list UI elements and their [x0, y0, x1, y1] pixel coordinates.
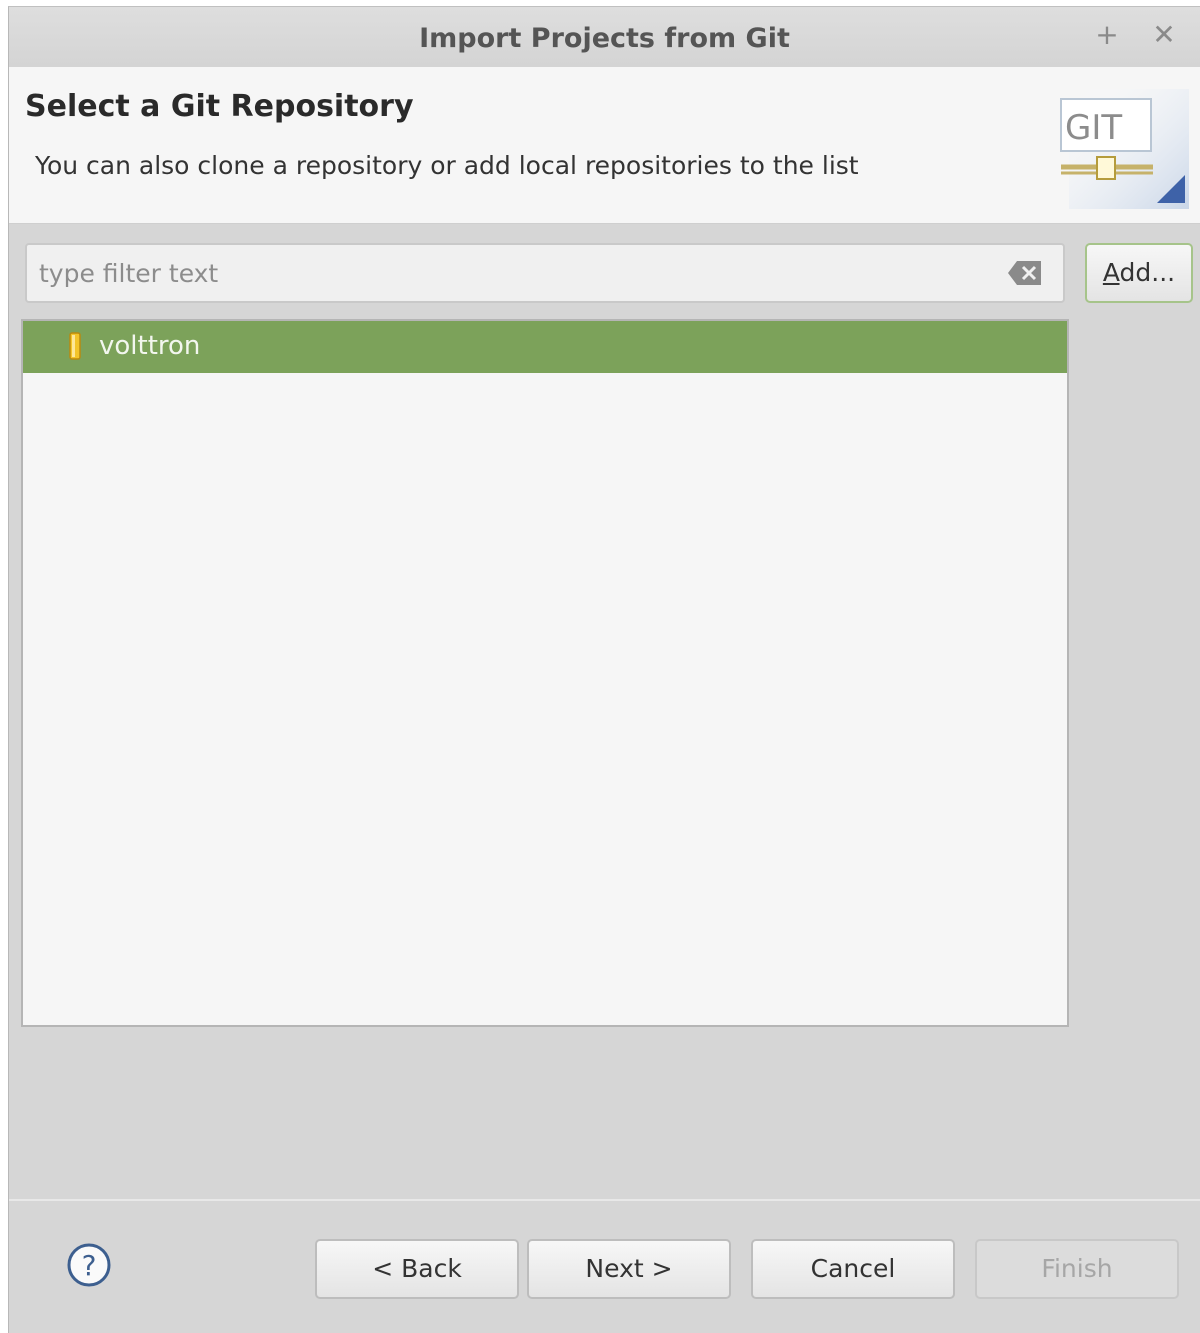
footer-divider	[9, 1199, 1200, 1201]
repository-icon	[69, 332, 81, 360]
title-bar[interactable]: Import Projects from Git + ✕	[9, 7, 1200, 68]
close-icon[interactable]: ✕	[1149, 20, 1179, 50]
next-button[interactable]: Next >	[527, 1239, 731, 1299]
page-title: Select a Git Repository	[25, 89, 414, 124]
clear-filter-icon[interactable]	[1007, 259, 1043, 287]
svg-text:?: ?	[82, 1249, 97, 1282]
add-button[interactable]: Add...	[1085, 243, 1193, 303]
git-logo-icon: GIT	[1060, 89, 1189, 209]
page-description: You can also clone a repository or add l…	[35, 151, 859, 180]
add-button-label: dd...	[1119, 258, 1176, 287]
import-dialog: Import Projects from Git + ✕ Select a Gi…	[8, 6, 1200, 1333]
svg-text:GIT: GIT	[1065, 108, 1122, 148]
cancel-button[interactable]: Cancel	[751, 1239, 955, 1299]
repository-list[interactable]: volttron	[21, 319, 1069, 1027]
repository-name: volttron	[99, 331, 201, 361]
filter-input[interactable]	[27, 245, 987, 301]
pin-icon[interactable]: +	[1092, 20, 1122, 50]
finish-button[interactable]: Finish	[975, 1239, 1179, 1299]
repository-row[interactable]: volttron	[23, 321, 1067, 373]
back-button[interactable]: < Back	[315, 1239, 519, 1299]
window-title: Import Projects from Git	[419, 23, 790, 54]
help-icon[interactable]: ?	[67, 1243, 111, 1287]
add-button-mnemonic: A	[1102, 258, 1120, 287]
wizard-header: Select a Git Repository You can also clo…	[9, 67, 1200, 224]
filter-field[interactable]	[25, 243, 1065, 303]
